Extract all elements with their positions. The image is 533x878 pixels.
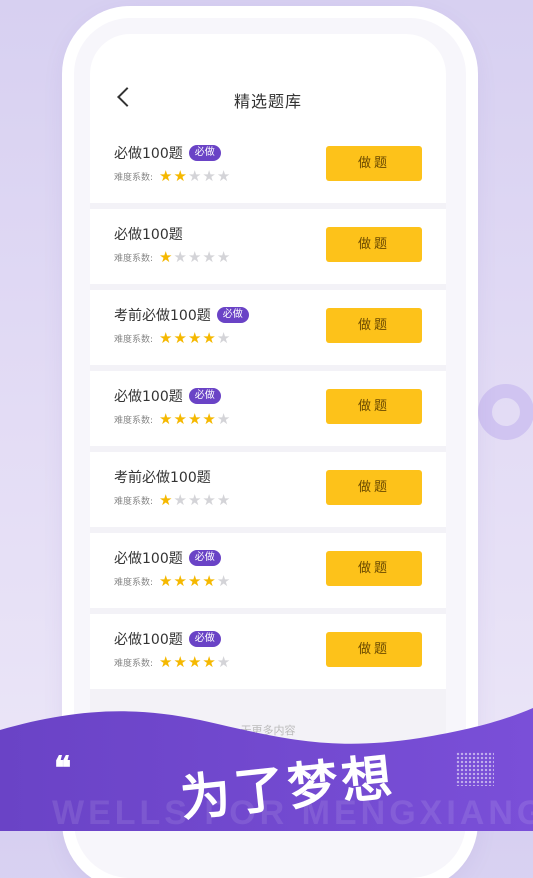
dot-pattern-decoration <box>456 752 494 786</box>
must-do-badge: 必做 <box>188 550 221 566</box>
difficulty-label: 难度系数: <box>114 416 154 426</box>
star-empty-icon: ★ <box>202 248 216 266</box>
difficulty-rating: 难度系数: ★ ★ ★ ★ ★ <box>114 493 231 508</box>
star-empty-icon: ★ <box>216 248 231 266</box>
question-bank-list: 必做100题 必做 难度系数: ★ ★ ★ ★ ★ 做题 必做100题 难度系数: ★ ★ ★ ★ ★ 做题 考前… <box>90 128 446 695</box>
phone-screen: 精选题库 必做100题 必做 难度系数: ★ ★ ★ ★ ★ 做题 必做100题 难度系数: ★ ★ ★ ★… <box>90 34 446 794</box>
star-empty-icon: ★ <box>187 248 202 266</box>
item-title-text: 必做100题 <box>114 389 183 405</box>
item-title: 必做100题 必做 <box>114 386 221 406</box>
must-do-badge: 必做 <box>188 388 221 404</box>
difficulty-rating: 难度系数: ★ ★ ★ ★ ★ <box>114 169 231 184</box>
quote-mark-icon: ❝ <box>54 749 72 787</box>
item-title: 必做100题 <box>114 224 183 244</box>
difficulty-label: 难度系数: <box>114 578 154 588</box>
page-title: 精选题库 <box>233 92 302 111</box>
star-filled-icon: ★ <box>202 653 216 671</box>
star-empty-icon: ★ <box>216 491 231 509</box>
difficulty-label: 难度系数: <box>114 173 154 183</box>
star-filled-icon: ★ <box>173 329 187 347</box>
start-practice-button[interactable]: 做题 <box>326 389 422 424</box>
list-item: 必做100题 必做 难度系数: ★ ★ ★ ★ ★ 做题 <box>90 128 446 209</box>
must-do-badge: 必做 <box>188 631 221 647</box>
star-filled-icon: ★ <box>159 491 173 509</box>
star-filled-icon: ★ <box>202 410 216 428</box>
star-filled-icon: ★ <box>159 410 173 428</box>
difficulty-label: 难度系数: <box>114 254 154 264</box>
must-do-badge: 必做 <box>188 145 221 161</box>
star-empty-icon: ★ <box>202 167 216 185</box>
item-title-text: 必做100题 <box>114 632 183 648</box>
item-title: 必做100题 必做 <box>114 143 221 163</box>
star-empty-icon: ★ <box>202 491 216 509</box>
star-empty-icon: ★ <box>216 167 231 185</box>
list-item: 考前必做100题 难度系数: ★ ★ ★ ★ ★ 做题 <box>90 452 446 533</box>
difficulty-rating: 难度系数: ★ ★ ★ ★ ★ <box>114 412 231 427</box>
item-title: 考前必做100题 <box>114 467 211 487</box>
list-item: 必做100题 必做 难度系数: ★ ★ ★ ★ ★ 做题 <box>90 371 446 452</box>
star-filled-icon: ★ <box>202 329 216 347</box>
list-item: 考前必做100题 必做 难度系数: ★ ★ ★ ★ ★ 做题 <box>90 290 446 371</box>
star-filled-icon: ★ <box>159 248 173 266</box>
star-empty-icon: ★ <box>173 491 187 509</box>
item-title-text: 必做100题 <box>114 227 183 243</box>
list-item: 必做100题 难度系数: ★ ★ ★ ★ ★ 做题 <box>90 209 446 290</box>
star-empty-icon: ★ <box>173 248 187 266</box>
star-filled-icon: ★ <box>159 167 173 185</box>
star-filled-icon: ★ <box>187 653 202 671</box>
star-empty-icon: ★ <box>216 329 231 347</box>
item-title-text: 必做100题 <box>114 551 183 567</box>
star-filled-icon: ★ <box>159 329 173 347</box>
difficulty-label: 难度系数: <box>114 497 154 507</box>
start-practice-button[interactable]: 做题 <box>326 551 422 586</box>
decorative-ring <box>478 384 533 440</box>
start-practice-button[interactable]: 做题 <box>326 632 422 667</box>
difficulty-label: 难度系数: <box>114 659 154 669</box>
star-filled-icon: ★ <box>187 572 202 590</box>
star-filled-icon: ★ <box>173 572 187 590</box>
star-empty-icon: ★ <box>216 653 231 671</box>
list-item: 必做100题 必做 难度系数: ★ ★ ★ ★ ★ 做题 <box>90 533 446 614</box>
star-empty-icon: ★ <box>187 491 202 509</box>
star-filled-icon: ★ <box>187 329 202 347</box>
star-filled-icon: ★ <box>173 653 187 671</box>
star-empty-icon: ★ <box>216 410 231 428</box>
star-filled-icon: ★ <box>159 572 173 590</box>
start-practice-button[interactable]: 做题 <box>326 470 422 505</box>
start-practice-button[interactable]: 做题 <box>326 227 422 262</box>
star-filled-icon: ★ <box>173 410 187 428</box>
item-title: 考前必做100题 必做 <box>114 305 249 325</box>
difficulty-rating: 难度系数: ★ ★ ★ ★ ★ <box>114 331 231 346</box>
star-empty-icon: ★ <box>187 167 202 185</box>
star-filled-icon: ★ <box>173 167 187 185</box>
star-filled-icon: ★ <box>202 572 216 590</box>
difficulty-label: 难度系数: <box>114 335 154 345</box>
start-practice-button[interactable]: 做题 <box>326 308 422 343</box>
item-title-text: 考前必做100题 <box>114 308 211 324</box>
difficulty-rating: 难度系数: ★ ★ ★ ★ ★ <box>114 250 231 265</box>
header-bar: 精选题库 <box>90 34 446 128</box>
item-title: 必做100题 必做 <box>114 548 221 568</box>
list-item: 必做100题 必做 难度系数: ★ ★ ★ ★ ★ 做题 <box>90 614 446 695</box>
star-filled-icon: ★ <box>159 653 173 671</box>
star-filled-icon: ★ <box>187 410 202 428</box>
item-title-text: 考前必做100题 <box>114 470 211 486</box>
item-title: 必做100题 必做 <box>114 629 221 649</box>
must-do-badge: 必做 <box>216 307 249 323</box>
star-empty-icon: ★ <box>216 572 231 590</box>
start-practice-button[interactable]: 做题 <box>326 146 422 181</box>
difficulty-rating: 难度系数: ★ ★ ★ ★ ★ <box>114 574 231 589</box>
difficulty-rating: 难度系数: ★ ★ ★ ★ ★ <box>114 655 231 670</box>
item-title-text: 必做100题 <box>114 146 183 162</box>
